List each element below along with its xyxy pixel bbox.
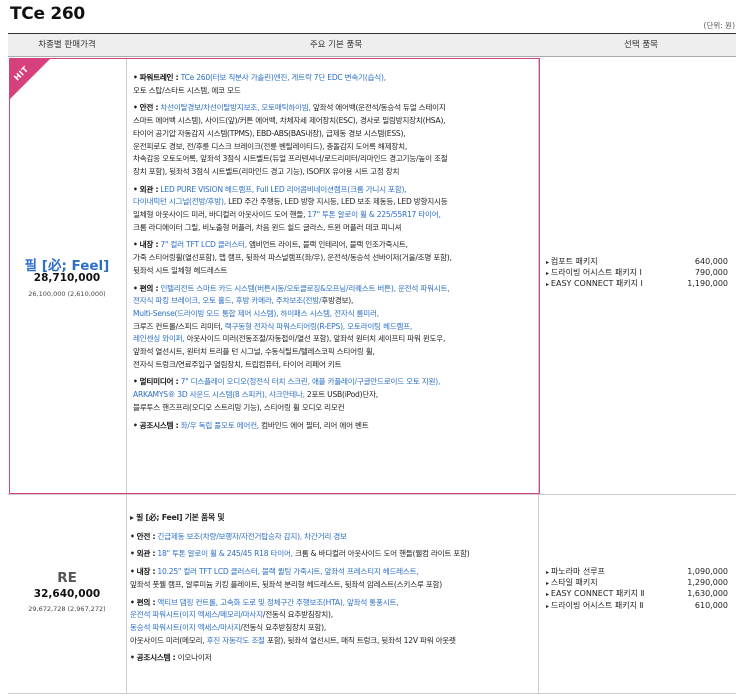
spec-text: /전동식 요추받침장치), xyxy=(262,610,333,620)
spec-text: 인텔리전트 스마트 카드 시스템(버튼시동/오토클로징&오프닝/리퀘스트 버튼)… xyxy=(133,283,450,306)
unit-label: (단위: 원) xyxy=(703,21,735,30)
spec-text: 크루즈 컨트롤/스피드 리미터, xyxy=(133,321,223,331)
hit-badge: HIT xyxy=(9,58,55,104)
spec-text: 18" 투톤 알로이 휠 & 245/45 R18 타이어, xyxy=(155,549,293,559)
spec-label: 공조시스템 : xyxy=(136,653,176,663)
spec-label: 외관 : xyxy=(139,184,159,194)
spec-label: 멀티미디어 : xyxy=(139,377,179,387)
spec-label: 파워트레인 : xyxy=(139,73,179,82)
bullet-icon: • xyxy=(130,597,135,607)
spec-item: • 안전 : 차선이탈경보/차선이탈방지보조, 오토매틱하이빔, 앞좌석 에어백(… xyxy=(133,102,538,178)
spec-item: • 멀티미디어 : 7" 디스플레이 오디오(정전식 터치 스크린, 애플 카플레… xyxy=(133,376,538,414)
spec-label: 편의 : xyxy=(139,283,159,293)
column-divider xyxy=(538,58,539,694)
option-row: 드라이빙 어시스트 패키지 Ⅰ790,000 xyxy=(546,267,728,278)
spec-item: • 공조시스템 : 좌/우 독립 풀오토 에어컨, 컴바인드 에어 필터, 리어 … xyxy=(133,420,538,433)
spec-text: 앞좌석 풋웰 램프, 알루미늄 키킹 플레이트, 뒷좌석 분리형 헤드레스트, … xyxy=(130,579,442,589)
spec-item: • 내장 : 7" 컬러 TFT LCD 클러스터, 앰비언트 라이트, 블랙 인… xyxy=(133,239,538,277)
spec-item: • 외관 : LED PURE VISION 헤드램프, Full LED 리어콤… xyxy=(133,184,538,235)
bullet-icon: • xyxy=(133,103,138,113)
trim-price-re: 32,640,000 xyxy=(33,588,101,600)
trim-subprice-re: 29,672,728 (2,967,272) xyxy=(28,605,106,613)
bullet-icon: • xyxy=(133,184,138,194)
spec-text: 후진 자동각도 조절 xyxy=(204,635,265,645)
trim-subprice-feel: 26,100,000 (2,610,000) xyxy=(28,290,106,298)
re-spec-list: • 안전 : 긴급제동 보조(차량/보행자/자전거탑승자 감지), 차간거리 경보… xyxy=(130,531,535,665)
row-divider xyxy=(8,494,736,495)
page-title: TCe 260 xyxy=(10,4,85,24)
option-price: 1,190,000 xyxy=(687,279,728,289)
spec-text: 포함), 뒷좌석 열선시트, 매직 트렁크, 뒷좌석 12V 파워 아웃렛 xyxy=(264,635,456,645)
spec-text: 7" 컬러 TFT LCD 클러스터, xyxy=(158,240,247,250)
option-row: 드라이빙 어시스트 패키지 Ⅱ 610,000 xyxy=(546,600,728,611)
table-header: 차종별 판매가격 주요 기본 품목 선택 품목 xyxy=(8,33,736,57)
option-price: 640,000 xyxy=(694,257,728,266)
spec-text: 좌/우 독립 풀오토 에어컨, xyxy=(178,420,260,430)
spec-text: 후방경보), xyxy=(321,296,354,306)
option-row: 컴포트 패키지640,000 xyxy=(546,256,728,267)
option-price: 610,000 xyxy=(694,600,728,610)
standard-items-re: ▸ 필 [必; Feel] 기본 품목 및 • 안전 : 긴급제동 보조(차량/보… xyxy=(130,512,535,670)
option-row: 스타일 패키지1,290,000 xyxy=(546,577,728,588)
header-price: 차종별 판매가격 xyxy=(38,40,96,50)
spec-text: 17" 투톤 알로이 휠 & 225/55R17 타이어, xyxy=(305,210,441,220)
header-standard-items: 주요 기본 품목 xyxy=(309,40,363,50)
bullet-icon: • xyxy=(130,531,135,541)
spec-text: 이오나이저 xyxy=(175,653,212,663)
spec-text: 크롬 라디에이터 그릴, 비노출형 머플러, 차음 윈드 쉴드 글라스, 트윈 … xyxy=(133,222,402,232)
option-row: EASY CONNECT 패키지 Ⅱ1,630,000 xyxy=(546,588,728,599)
bullet-icon: • xyxy=(133,377,138,387)
bullet-icon: • xyxy=(133,420,138,430)
bullet-icon: • xyxy=(133,283,138,293)
spec-item: • 외관 : 18" 투톤 알로이 휠 & 245/45 R18 타이어, 크롬 … xyxy=(130,548,535,561)
option-price: 1,090,000 xyxy=(687,567,728,576)
options-re: 파노라마 선루프1,090,000스타일 패키지1,290,000EASY CO… xyxy=(546,566,728,611)
spec-item: • 공조시스템 : 이오나이저 xyxy=(130,652,535,665)
option-row: EASY CONNECT 패키지 Ⅰ 1,190,000 xyxy=(546,278,728,289)
spec-item: • 내장 : 10.25" 컬러 TFT LCD 클러스터, 블랙 퀼팅 가죽시트… xyxy=(130,566,535,591)
option-price: 1,290,000 xyxy=(687,578,728,588)
spec-text: 10.25" 컬러 TFT LCD 클러스터, 블랙 퀼팅 가죽시트, 앞좌석 … xyxy=(155,567,419,577)
spec-text: 동승석 파워시트(이지 엑세스/마사지 xyxy=(130,622,241,632)
spec-label: 안전 : xyxy=(136,531,156,541)
option-price: 790,000 xyxy=(694,268,728,278)
bullet-icon: • xyxy=(133,73,138,82)
re-intro-line: ▸ 필 [必; Feel] 기본 품목 및 xyxy=(130,513,225,522)
trim-price-feel: 28,710,000 xyxy=(33,272,101,284)
spec-text: 7" 디스플레이 오디오(정전식 터치 스크린, 애플 카플레이/구글안드로이드… xyxy=(133,377,441,400)
spec-text: 차선이탈경보/차선이탈방지보조, 오토매틱하이빔, xyxy=(158,103,311,113)
spec-item: • 편의 : 인텔리전트 스마트 카드 시스템(버튼시동/오토클로징&오프닝/리퀘… xyxy=(133,283,538,372)
header-options: 선택 품목 xyxy=(624,40,658,50)
spec-text: 오토 스탑/스타트 시스템, 에코 모드 xyxy=(133,85,241,95)
bullet-icon: • xyxy=(130,567,135,577)
spec-item: • 파워트레인 : TCe 260(터보 직분사 가솔린)엔진, 게트락 7단 E… xyxy=(133,72,538,97)
bullet-icon: • xyxy=(130,653,135,663)
trim-name-re: RE xyxy=(57,570,77,586)
spec-item: • 안전 : 긴급제동 보조(차량/보행자/자전거탑승자 감지), 차간거리 경보 xyxy=(130,531,535,544)
spec-text: 크롬 & 바디컬러 아웃사이드 도어 핸들(웰컴 라이트 포함) xyxy=(292,549,470,559)
spec-item: • 편의 : 액티브 댐핑 컨트롤, 고속화 도로 및 정체구간 주행보조(HTA… xyxy=(130,597,535,648)
spec-label: 외관 : xyxy=(136,549,156,559)
spec-label: 안전 : xyxy=(139,103,159,113)
spec-text: 컴바인드 에어 필터, 리어 에어 벤트 xyxy=(258,420,369,430)
bullet-icon: • xyxy=(130,549,135,559)
spec-label: 편의 : xyxy=(136,597,156,607)
column-divider xyxy=(126,58,127,694)
option-name: EASY CONNECT 패키지 Ⅰ xyxy=(546,278,643,290)
option-row: 파노라마 선루프1,090,000 xyxy=(546,566,728,577)
bullet-icon: • xyxy=(133,240,138,250)
trim-name-feel: 필 [必; Feel] xyxy=(24,258,110,274)
spec-text: 긴급제동 보조(차량/보행자/자전거탑승자 감지), 차간거리 경보 xyxy=(155,531,347,541)
option-price: 1,630,000 xyxy=(687,589,728,599)
options-feel: 컴포트 패키지640,000드라이빙 어시스트 패키지 Ⅰ790,000EASY… xyxy=(546,256,728,290)
spec-label: 내장 : xyxy=(139,240,159,250)
spec-text: Multi-Sense(드라이빙 모드 통합 제어 시스템), 하이패스 시스템… xyxy=(133,308,379,318)
spec-label: 내장 : xyxy=(136,567,156,577)
option-name: 드라이빙 어시스트 패키지 Ⅱ xyxy=(546,600,644,612)
spec-text: 앞좌석 에어백(운전석/동승석 듀얼 스테이지 스마트 에어백 시스템), 사이… xyxy=(133,103,448,176)
standard-items-feel: • 파워트레인 : TCe 260(터보 직분사 가솔린)엔진, 게트락 7단 E… xyxy=(133,72,538,437)
spec-text: TCe 260(터보 직분사 가솔린)엔진, 게트락 7단 EDC 변속기(습식… xyxy=(178,73,387,82)
table-bottom-line xyxy=(8,693,736,694)
spec-label: 공조시스템 : xyxy=(139,420,179,430)
